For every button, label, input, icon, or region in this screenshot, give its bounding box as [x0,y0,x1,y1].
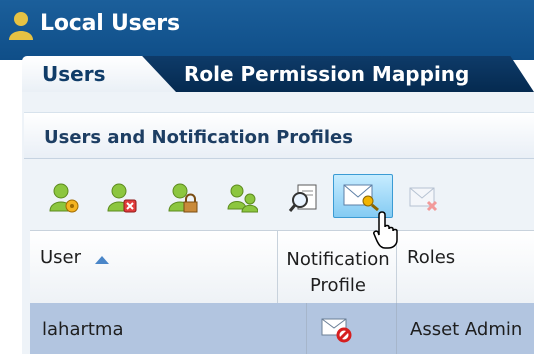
lock-user-icon [168,183,198,213]
tab-label: Role Permission Mapping [184,62,470,86]
delete-user-icon [107,183,137,213]
column-label: Roles [407,247,456,268]
remove-notification-profile-button[interactable] [404,178,444,218]
table-header: User Notification Profile Roles [30,230,534,304]
column-divider [396,303,397,354]
tab-label: Users [42,62,106,86]
lock-user-button[interactable] [163,178,203,218]
hand-cursor-icon [373,211,398,249]
view-document-icon [288,184,317,212]
toolbar [24,170,534,228]
column-divider [306,303,307,354]
user-icon [9,12,33,40]
view-details-button[interactable] [284,178,324,218]
delete-user-button[interactable] [102,178,142,218]
cell-roles: Asset Admin [410,319,523,340]
add-user-button[interactable] [44,178,84,218]
edit-notification-profile-icon [343,184,379,211]
column-label: Notification Profile [286,249,390,296]
window-title: Local Users [40,11,180,36]
table-row[interactable]: lahartma Asset Admin [30,303,534,354]
tab-role-permission-mapping[interactable]: Role Permission Mapping [140,56,534,92]
sort-ascending-icon [95,256,109,264]
users-group-icon [227,184,258,213]
section-header: Users and Notification Profiles [24,112,534,159]
add-user-icon [49,183,79,213]
column-label: User [40,247,82,268]
cell-user: lahartma [42,319,124,340]
user-groups-button[interactable] [222,178,262,218]
remove-notification-profile-icon [409,187,438,212]
section-title: Users and Notification Profiles [44,127,353,148]
column-header-user[interactable]: User [30,231,278,303]
no-notification-profile-icon [321,318,352,343]
column-header-roles[interactable]: Roles [397,231,534,303]
